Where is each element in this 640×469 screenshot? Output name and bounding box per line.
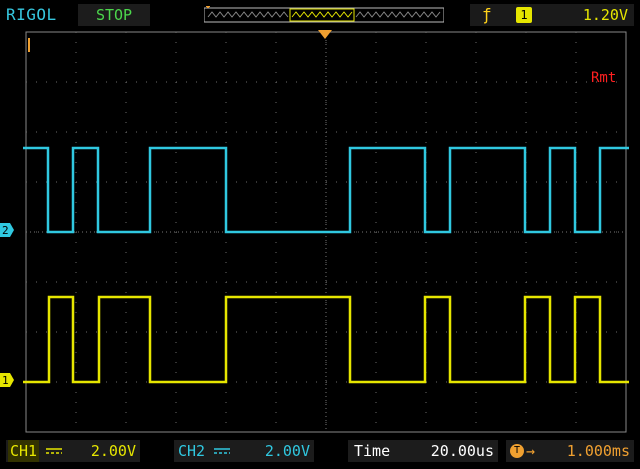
channel1-marker-label: 1	[2, 374, 9, 387]
channel2-marker-label: 2	[2, 224, 9, 237]
rising-edge-icon: ƒ	[482, 5, 492, 24]
timebase-setting[interactable]: Time 20.00us	[348, 440, 498, 462]
channel1-scale-value: 2.00V	[90, 442, 136, 460]
channel1-trace	[23, 295, 629, 384]
channel1-label: CH1	[8, 440, 40, 462]
channel2-label: CH2	[178, 442, 206, 460]
trigger-settings[interactable]: ƒ 1 1.20V	[470, 4, 634, 26]
memory-depth-indicator	[204, 6, 444, 23]
brand-label: RIGOL	[6, 5, 57, 24]
dc-coupling-icon	[46, 448, 62, 454]
bottom-status-bar: CH1 2.00V CH2 2.00V Time 20.00us T → 1.0…	[0, 436, 640, 469]
arrow-right-icon: →	[526, 442, 536, 460]
trigger-source-badge: 1	[516, 7, 532, 23]
time-label: Time	[354, 442, 391, 460]
trigger-level: 1.20V	[582, 6, 628, 24]
waveform-display[interactable]: Rmt	[23, 30, 629, 435]
channel1-scale[interactable]: CH1 2.00V	[6, 440, 140, 462]
run-state-badge[interactable]: STOP	[78, 4, 150, 26]
top-status-bar: RIGOL STOP ƒ 1 1.20V	[0, 0, 640, 30]
channel2-scale[interactable]: CH2 2.00V	[174, 440, 314, 462]
trigger-delay-icon: T	[510, 444, 524, 458]
trigger-delay-value: 1.000ms	[566, 442, 630, 460]
channel2-scale-value: 2.00V	[264, 442, 310, 460]
trigger-position-marker	[318, 30, 332, 39]
channel-markers: T 2 1	[0, 38, 30, 387]
trigger-time-marker	[28, 38, 30, 52]
dc-coupling-icon	[214, 448, 230, 454]
trigger-delay-setting[interactable]: T → 1.000ms	[506, 440, 634, 462]
timebase-value: 20.00us	[430, 442, 494, 460]
remote-mode-label: Rmt	[591, 70, 617, 86]
waveform-svg	[23, 31, 629, 433]
